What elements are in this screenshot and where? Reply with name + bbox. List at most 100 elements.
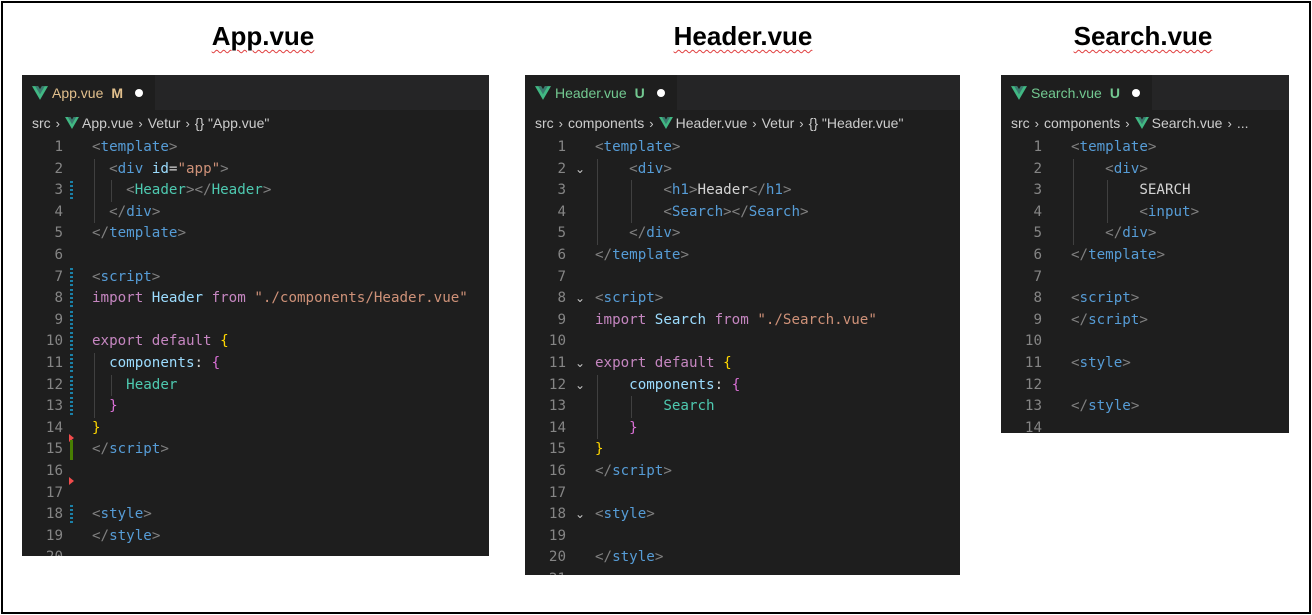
line-number: 19: [548, 527, 566, 544]
code-token: >: [1122, 354, 1131, 371]
breadcrumb-item[interactable]: {} "Header.vue": [809, 115, 904, 131]
code-line: 18 <style>: [22, 504, 489, 526]
code-line: 1 <template>: [525, 137, 960, 159]
code-text: import Header from "./components/Header.…: [92, 288, 468, 310]
editor-panel-app-vue: App.vue Msrc › App.vue › Vetur ›{} "App.vue" 1 <…: [22, 75, 489, 556]
code-line: 17: [22, 483, 489, 505]
line-number: 9: [54, 311, 63, 328]
code-text: </template>: [92, 223, 186, 245]
code-line: 10 export default {: [22, 331, 489, 353]
code-area[interactable]: 1 <template> 2 ⌄ <div> 3 <h1>Header</h1> 4 <S…: [525, 137, 960, 575]
code-line: 8 ⌄ <script>: [525, 288, 960, 310]
fold-chevron-icon[interactable]: ⌄: [575, 159, 585, 181]
code-token: h1: [671, 182, 689, 199]
code-line: 4 <Search></Search>: [525, 201, 960, 224]
code-line: 20: [22, 547, 489, 556]
line-number: 21: [525, 569, 566, 575]
breadcrumb-item[interactable]: src: [32, 115, 51, 131]
line-number: 5: [1033, 225, 1042, 242]
code-line: 11 <style>: [1001, 353, 1289, 375]
code-token: style: [1079, 354, 1123, 371]
editor-tab[interactable]: Search.vue U: [1001, 75, 1152, 110]
breadcrumb-item[interactable]: App.vue: [65, 115, 133, 131]
breadcrumb-item[interactable]: Header.vue: [658, 115, 748, 131]
chevron-right-icon: ›: [649, 115, 654, 131]
code-text: <template>: [1071, 137, 1156, 159]
line-number: 5: [54, 225, 63, 242]
code-token: {: [731, 376, 741, 393]
line-number: 20: [22, 547, 63, 556]
code-token: style: [100, 506, 144, 523]
breadcrumb-item[interactable]: src: [535, 115, 554, 131]
code-area[interactable]: 1 <template> 2 <div> 3 SEARCH 4 <input> 5 </d…: [1001, 137, 1289, 433]
breadcrumb-item[interactable]: Vetur: [148, 115, 181, 131]
git-added-marker: [70, 440, 73, 461]
code-text: <script>: [1071, 288, 1139, 310]
code-text: </style>: [92, 526, 160, 548]
code-token: >: [782, 182, 792, 199]
fold-chevron-icon[interactable]: ⌄: [575, 353, 585, 375]
breadcrumb-item[interactable]: {} "App.vue": [195, 115, 270, 131]
line-number: 11: [45, 354, 63, 371]
vue-logo-icon: [658, 117, 673, 129]
line-number: 10: [548, 333, 566, 350]
code-token: script: [603, 290, 655, 307]
code-token: >: [654, 549, 664, 566]
code-token: </: [595, 462, 613, 479]
editor-panel-header-vue: Header.vue Usrc › components › Header.vue › Vet…: [525, 75, 960, 575]
breadcrumb-item[interactable]: Search.vue: [1134, 115, 1222, 131]
breadcrumb-item[interactable]: components: [568, 115, 644, 131]
code-text: <input>: [1071, 202, 1199, 224]
code-line: 2 ⌄ <div>: [525, 158, 960, 181]
code-token: </: [92, 441, 110, 458]
code-token: "./components/Header.vue": [254, 290, 468, 307]
code-line: 9 </script>: [1001, 310, 1289, 332]
fold-chevron-icon[interactable]: ⌄: [575, 288, 585, 310]
line-number: 13: [45, 398, 63, 415]
line-number: 1: [54, 139, 63, 155]
code-line: 5 </template>: [22, 223, 489, 245]
breadcrumb-label: src: [535, 115, 554, 131]
breadcrumb-item[interactable]: Vetur: [762, 115, 795, 131]
code-token: </: [1105, 225, 1123, 242]
breadcrumb-item[interactable]: src: [1011, 115, 1030, 131]
code-text: </style>: [595, 547, 663, 569]
editor-tab[interactable]: Header.vue U: [525, 75, 677, 110]
line-number: 16: [548, 462, 566, 479]
code-token: <: [595, 139, 604, 155]
editor-tab[interactable]: App.vue M: [22, 75, 156, 110]
git-modified-marker: [70, 332, 73, 353]
line-number: 8: [54, 290, 63, 307]
code-line: 2 <div>: [1001, 158, 1289, 181]
code-token: "app": [177, 160, 221, 177]
vue-logo-icon: [32, 85, 48, 100]
code-line: 4 <input>: [1001, 201, 1289, 224]
code-line: 6 </template>: [1001, 245, 1289, 267]
unsaved-dot-icon[interactable]: [1131, 88, 1140, 97]
code-token: <: [629, 160, 638, 177]
fold-chevron-icon[interactable]: ⌄: [575, 504, 585, 526]
breadcrumb-item[interactable]: components: [1044, 115, 1120, 131]
code-token: {: [211, 354, 221, 371]
code-line: 4 </div>: [22, 201, 489, 224]
code-text: <script>: [92, 267, 160, 289]
code-token: >: [1156, 246, 1165, 263]
unsaved-dot-icon[interactable]: [656, 88, 665, 97]
breadcrumb-label: Header.vue: [675, 115, 748, 131]
code-token: >: [680, 246, 689, 263]
code-token: <: [1139, 203, 1148, 220]
breadcrumb-item[interactable]: ...: [1237, 115, 1249, 131]
line-number: 12: [1024, 376, 1042, 393]
chevron-right-icon: ›: [138, 115, 143, 131]
code-area[interactable]: 1 <template> 2 <div id="app"> 3 <Header></H…: [22, 137, 489, 556]
vue-logo-icon: [535, 85, 551, 100]
chevron-right-icon: ›: [185, 115, 190, 131]
unsaved-dot-icon[interactable]: [135, 88, 144, 97]
code-line: 10: [525, 331, 960, 353]
fold-chevron-icon[interactable]: ⌄: [575, 375, 585, 397]
